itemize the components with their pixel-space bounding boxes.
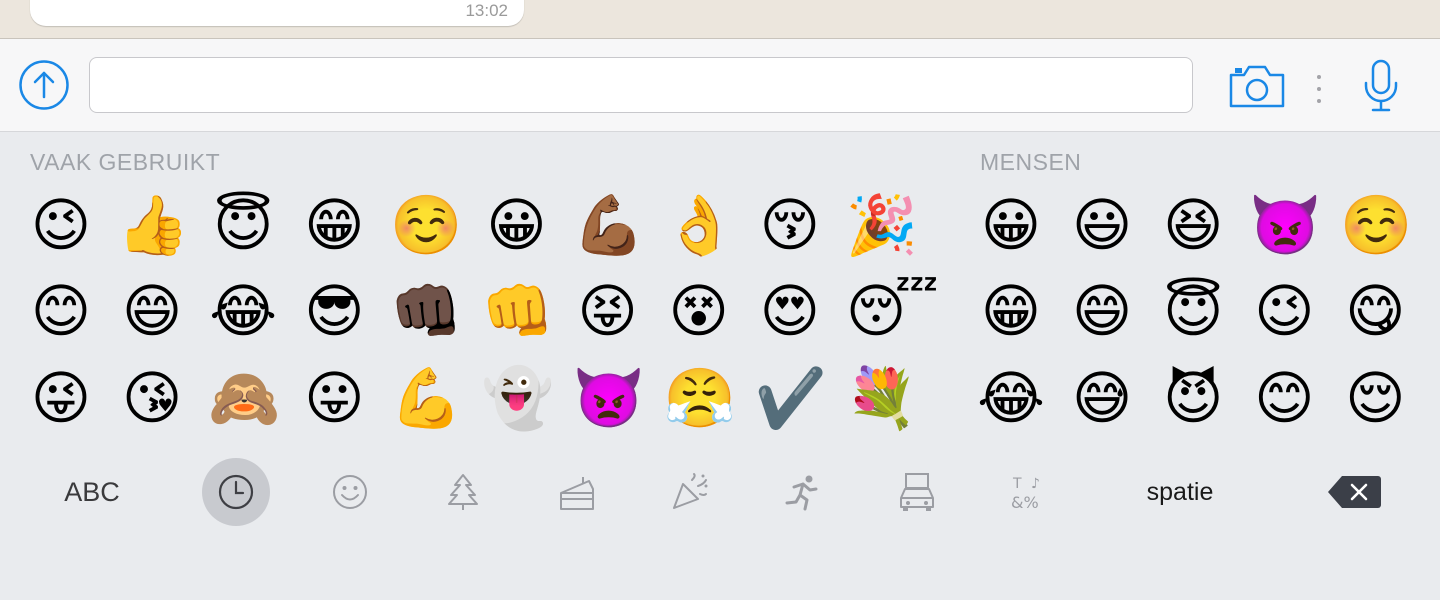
car-building-icon bbox=[900, 473, 934, 511]
svg-text:&%: &% bbox=[1011, 493, 1039, 512]
running-person-icon bbox=[785, 475, 818, 511]
abc-button[interactable]: ABC bbox=[40, 457, 144, 527]
message-bubble[interactable]: 13:02 bbox=[30, 0, 524, 26]
emoji-key[interactable]: 😂 bbox=[208, 276, 278, 346]
emoji-key[interactable]: 👊🏿 bbox=[390, 276, 462, 346]
emoji-key[interactable]: 👿 bbox=[1249, 190, 1321, 260]
emoji-key[interactable]: 👻 bbox=[482, 363, 554, 433]
tab-nature[interactable] bbox=[428, 457, 498, 527]
emoji-key[interactable]: 😀 bbox=[976, 190, 1046, 260]
emoji-key[interactable]: 😊 bbox=[1249, 363, 1319, 433]
emoji-key[interactable]: ✔️ bbox=[755, 363, 827, 433]
emoji-key[interactable]: 🙈 bbox=[208, 363, 280, 433]
emoji-key[interactable]: 😁 bbox=[299, 190, 369, 260]
emoji-key[interactable]: ☺️ bbox=[1340, 190, 1412, 260]
emoji-key[interactable]: 😛 bbox=[299, 363, 369, 433]
emoji-key[interactable]: 😌 bbox=[1340, 363, 1410, 433]
microphone-button[interactable] bbox=[1362, 59, 1400, 113]
bubble-tail bbox=[46, 0, 70, 6]
camera-button[interactable] bbox=[1228, 63, 1286, 109]
emoji-key[interactable]: 😜 bbox=[26, 363, 96, 433]
emoji-key[interactable]: 👍 bbox=[117, 190, 189, 260]
cake-icon bbox=[560, 477, 594, 510]
svg-text:♪: ♪ bbox=[1031, 476, 1040, 492]
emoji-key[interactable]: 😴 bbox=[846, 276, 939, 346]
tab-symbols[interactable]: T ♪ &% bbox=[995, 457, 1065, 527]
tab-celebration[interactable] bbox=[655, 457, 725, 527]
tab-recent[interactable] bbox=[202, 458, 270, 526]
smiley-icon bbox=[333, 475, 367, 509]
emoji-key[interactable]: 😂 bbox=[976, 363, 1046, 433]
tab-places[interactable] bbox=[882, 457, 952, 527]
party-popper-icon bbox=[673, 473, 708, 509]
emoji-key[interactable]: 💐 bbox=[846, 363, 918, 433]
emoji-key[interactable]: 🎉 bbox=[846, 190, 918, 260]
emoji-key[interactable]: 😎 bbox=[299, 276, 369, 346]
tab-food[interactable] bbox=[542, 457, 612, 527]
chat-background: 13:02 bbox=[0, 0, 1440, 39]
emoji-key[interactable]: 😤 bbox=[664, 363, 736, 433]
emoji-key[interactable]: 😍 bbox=[755, 276, 825, 346]
emoji-key[interactable]: 😇 bbox=[1158, 276, 1228, 346]
emoji-key[interactable]: 😉 bbox=[1249, 276, 1319, 346]
message-input-bar bbox=[0, 39, 1440, 132]
emoji-key[interactable]: 👿 bbox=[573, 363, 645, 433]
emoji-key[interactable]: 😚 bbox=[755, 190, 825, 260]
emoji-key[interactable]: 😈 bbox=[1158, 363, 1228, 433]
section-title-people: MENSEN bbox=[980, 149, 1082, 175]
emoji-key[interactable]: 😊 bbox=[26, 276, 96, 346]
section-title-recent: VAAK GEBRUIKT bbox=[30, 149, 221, 175]
emoji-key[interactable]: ☺️ bbox=[390, 190, 462, 260]
emoji-key[interactable]: 😇 bbox=[208, 190, 278, 260]
emoji-key[interactable]: 😉 bbox=[26, 190, 96, 260]
emoji-key[interactable]: 😋 bbox=[1340, 276, 1410, 346]
arrow-up-circle-icon bbox=[19, 60, 69, 110]
message-timestamp: 13:02 bbox=[465, 1, 508, 20]
emoji-key[interactable]: 😄 bbox=[1067, 276, 1137, 346]
emoji-key[interactable]: 😅 bbox=[1067, 363, 1137, 433]
emoji-key[interactable]: 😵 bbox=[664, 276, 734, 346]
space-bar[interactable]: spatie bbox=[1110, 457, 1250, 527]
emoji-key[interactable]: 😘 bbox=[117, 363, 187, 433]
emoji-key[interactable]: 😃 bbox=[1067, 190, 1137, 260]
camera-icon bbox=[1229, 65, 1285, 108]
attach-button[interactable] bbox=[18, 59, 70, 111]
emoji-key[interactable]: 😁 bbox=[976, 276, 1046, 346]
backspace-icon bbox=[1328, 476, 1381, 508]
emoji-key[interactable]: 👊 bbox=[482, 276, 554, 346]
emoji-key[interactable]: 👌 bbox=[664, 190, 736, 260]
clock-icon bbox=[218, 474, 254, 510]
microphone-icon bbox=[1364, 59, 1398, 112]
message-input[interactable] bbox=[89, 57, 1193, 113]
emoji-keyboard: VAAK GEBRUIKT MENSEN 😉 👍 😇 😁 ☺️ 😀 💪🏾 👌 😚 🎉 😊 😄 😂 😎 👊🏿 👊… bbox=[0, 132, 1440, 600]
emoji-key[interactable]: 😀 bbox=[482, 190, 552, 260]
emoji-key[interactable]: 💪🏾 bbox=[573, 190, 645, 260]
delete-button[interactable] bbox=[1324, 457, 1384, 527]
emoji-key[interactable]: 😆 bbox=[1158, 190, 1228, 260]
emoji-key[interactable]: 💪 bbox=[390, 363, 462, 433]
tab-people[interactable] bbox=[315, 457, 385, 527]
vertical-dots-icon bbox=[1313, 71, 1325, 107]
tab-activity[interactable] bbox=[768, 457, 838, 527]
svg-text:T: T bbox=[1012, 476, 1022, 492]
emoji-key[interactable]: 😝 bbox=[573, 276, 643, 346]
tree-icon bbox=[448, 474, 478, 510]
emoji-key[interactable]: 😄 bbox=[117, 276, 187, 346]
symbols-icon: T ♪ &% bbox=[1011, 476, 1040, 512]
